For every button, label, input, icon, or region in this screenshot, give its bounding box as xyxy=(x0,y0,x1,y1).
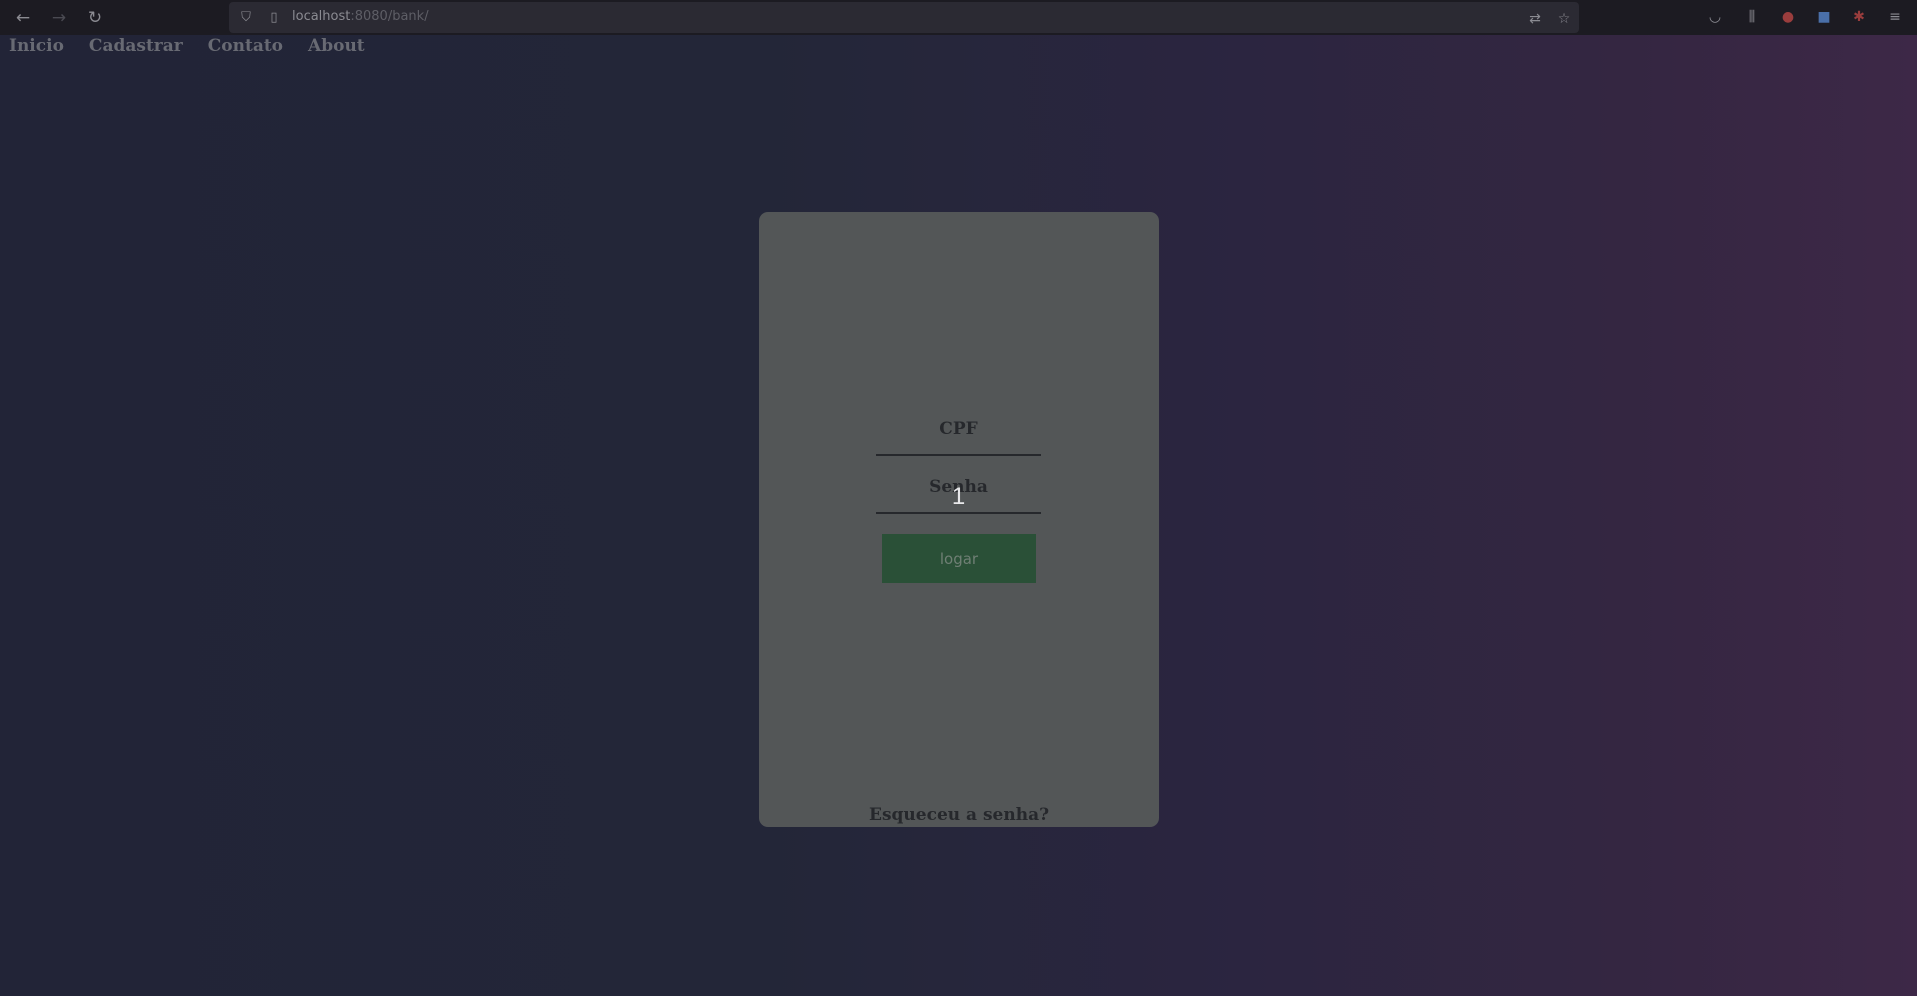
page-icon: ▯ xyxy=(270,9,278,25)
address-bar[interactable]: ⛉ ▯ localhost:8080/bank/ ⇄ ☆ xyxy=(229,2,1579,33)
extension-icon[interactable]: ✱ xyxy=(1848,6,1870,28)
url-host: localhost xyxy=(292,9,351,24)
nav-link-about[interactable]: About xyxy=(308,36,365,56)
senha-input[interactable] xyxy=(876,468,1041,512)
senha-field[interactable]: Senha xyxy=(876,468,1041,514)
nav-link-inicio[interactable]: Inicio xyxy=(9,36,64,56)
pocket-icon[interactable]: ◡ xyxy=(1704,6,1726,28)
translate-icon[interactable]: ⇄ xyxy=(1524,8,1546,30)
extension-icon[interactable]: ■ xyxy=(1813,6,1835,28)
bookmark-star-icon[interactable]: ☆ xyxy=(1553,8,1575,30)
login-button[interactable]: logar xyxy=(882,534,1036,583)
site-nav: Inicio Cadastrar Contato About xyxy=(9,36,365,56)
forward-icon[interactable]: → xyxy=(47,6,71,30)
shield-icon[interactable]: ⛉ xyxy=(237,8,255,26)
cpf-field[interactable]: CPF xyxy=(876,410,1041,456)
extension-icon[interactable]: ● xyxy=(1777,6,1799,28)
nav-link-cadastrar[interactable]: Cadastrar xyxy=(89,36,183,56)
cpf-input[interactable] xyxy=(876,410,1041,454)
nav-link-contato[interactable]: Contato xyxy=(208,36,283,56)
url-text[interactable]: localhost:8080/bank/ xyxy=(292,9,429,24)
back-icon[interactable]: ← xyxy=(11,6,35,30)
login-card: CPF Senha logar Esqueceu a senha? xyxy=(759,212,1159,827)
reload-icon[interactable]: ↻ xyxy=(83,6,107,30)
menu-icon[interactable]: ≡ xyxy=(1884,6,1906,28)
url-path: :8080/bank/ xyxy=(350,9,429,24)
library-icon[interactable]: ⫼ xyxy=(1741,6,1763,28)
browser-toolbar: ← → ↻ ⛉ ▯ localhost:8080/bank/ ⇄ ☆ ◡ ⫼ ●… xyxy=(0,0,1917,35)
forgot-password-link[interactable]: Esqueceu a senha? xyxy=(869,805,1049,825)
